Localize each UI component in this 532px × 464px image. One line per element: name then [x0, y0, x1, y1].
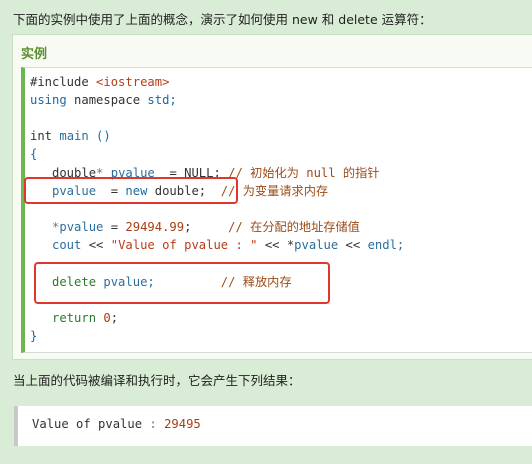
keyword-return: return: [30, 311, 97, 325]
output-box: Value of pvalue : 29495: [14, 406, 532, 446]
include-header: <iostream>: [96, 75, 170, 89]
code-line-14: return 0;: [30, 309, 118, 327]
semicolon: ;: [110, 311, 119, 325]
output-line: Value of pvalue : 29495: [32, 417, 201, 431]
close-brace: }: [30, 329, 38, 343]
assign-op: =: [103, 220, 126, 234]
output-value: 29495: [156, 417, 201, 431]
code-line-4: int main (): [30, 127, 111, 145]
code-block: #include <iostream> using namespace std;…: [21, 67, 532, 353]
code-line-5: {: [30, 145, 37, 163]
open-brace: {: [30, 147, 38, 161]
var-pvalue: pvalue: [294, 238, 339, 252]
output-label: Value of pvalue: [32, 417, 150, 431]
namespace-std: std;: [147, 93, 177, 107]
stream-op: << *: [257, 238, 295, 252]
result-intro-text: 当上面的代码被编译和执行时，它会产生下列结果：: [13, 373, 301, 388]
code-line-10: cout << "Value of pvalue : " << *pvalue …: [30, 236, 404, 254]
main-parens: (): [96, 129, 111, 143]
comment-init-null: // 初始化为 null 的指针: [220, 166, 380, 180]
highlight-delete-line: [34, 262, 330, 304]
code-line-2: using namespace std;: [30, 91, 177, 109]
number-zero: 0: [96, 311, 111, 325]
keyword-namespace: namespace: [66, 93, 148, 107]
code-line-15: }: [30, 327, 37, 345]
example-title: 实例: [21, 47, 48, 62]
string-literal: "Value of pvalue : ": [110, 238, 258, 252]
function-main: main: [52, 129, 97, 143]
var-pvalue: pvalue: [59, 220, 104, 234]
keyword-using: using: [30, 93, 67, 107]
code-line-9: *pvalue = 29494.99; // 在分配的地址存储值: [30, 218, 360, 236]
var-endl: endl;: [367, 238, 405, 252]
deref-star: *: [30, 220, 60, 234]
output-colon: :: [149, 417, 157, 431]
intro-text: 下面的实例中使用了上面的概念，演示了如何使用 new 和 delete 运算符：: [13, 12, 432, 27]
var-cout: cout: [30, 238, 82, 252]
stream-op: <<: [338, 238, 368, 252]
highlight-new-line: [24, 177, 238, 204]
code-line-1: #include <iostream>: [30, 73, 169, 91]
comment-store-value: // 在分配的地址存储值: [191, 220, 360, 234]
type-int: int: [30, 129, 53, 143]
number-literal: 29494.99: [125, 220, 185, 234]
include-directive: #include: [30, 75, 97, 89]
stream-op: <<: [81, 238, 111, 252]
